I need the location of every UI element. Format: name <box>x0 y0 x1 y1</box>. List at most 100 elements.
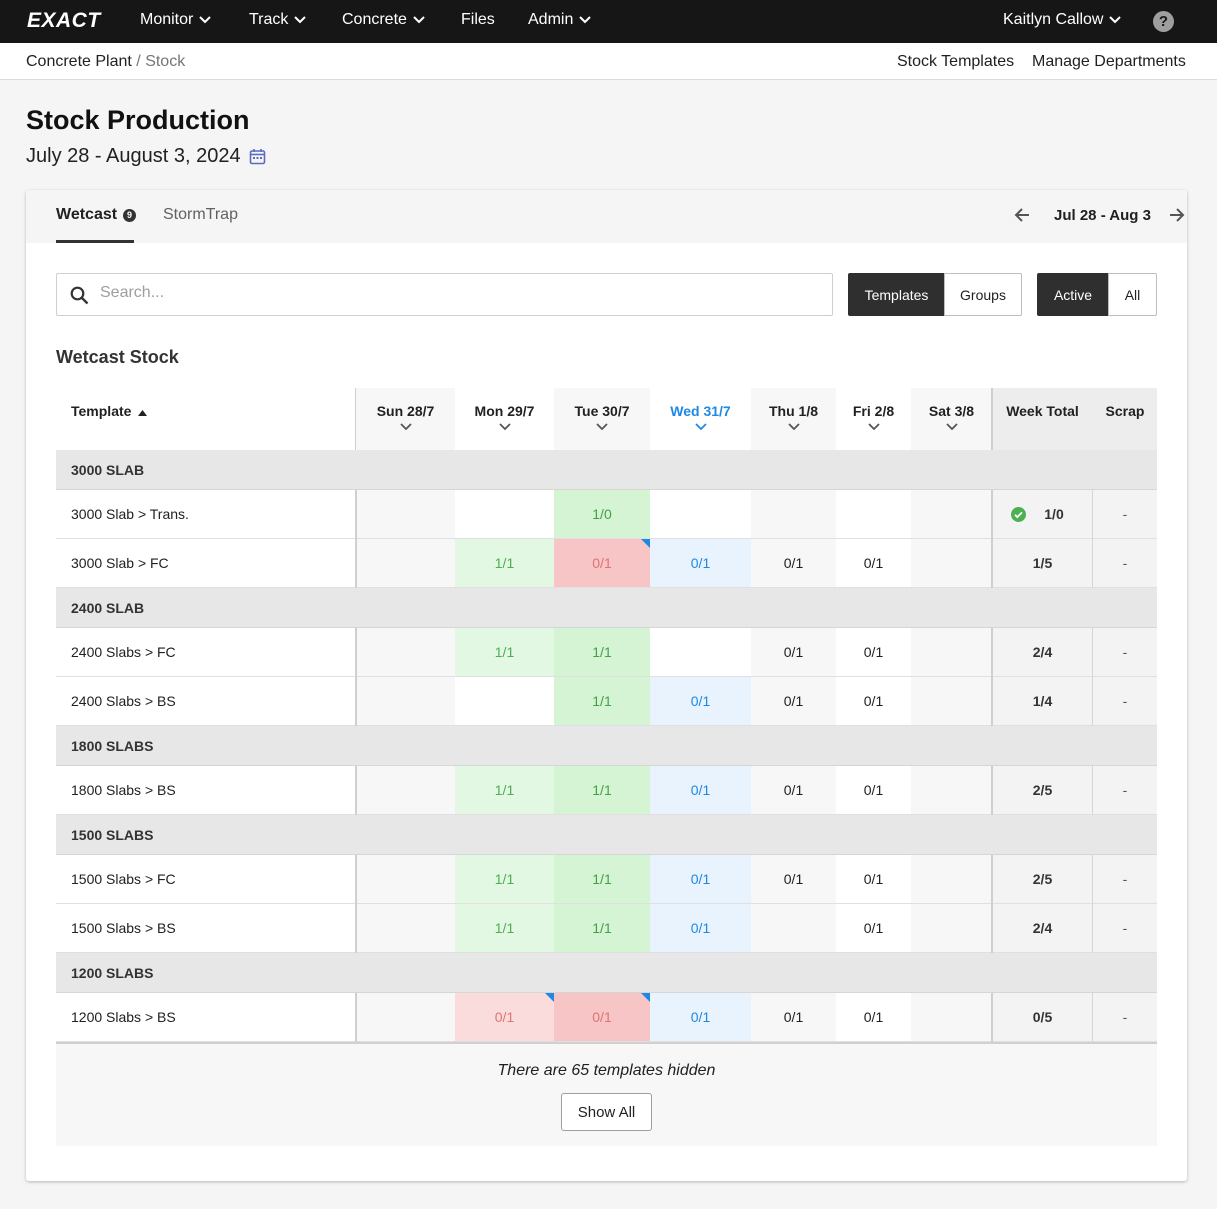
template-name[interactable]: 1500 Slabs > FC <box>56 855 355 903</box>
day-cell[interactable]: 0/1 <box>751 539 836 587</box>
help-icon[interactable]: ? <box>1153 11 1174 32</box>
template-name[interactable]: 2400 Slabs > FC <box>56 628 355 676</box>
day-cell[interactable]: 1/1 <box>554 855 650 903</box>
day-cell[interactable]: 1/1 <box>455 628 554 676</box>
template-name[interactable]: 1800 Slabs > BS <box>56 766 355 814</box>
day-cell[interactable] <box>836 490 911 538</box>
template-name[interactable]: 3000 Slab > Trans. <box>56 490 355 538</box>
nav-admin[interactable]: Admin <box>528 11 592 29</box>
day-cell[interactable] <box>650 490 751 538</box>
day-cell[interactable] <box>455 677 554 725</box>
day-column-header[interactable]: Mon 29/7 <box>455 388 554 450</box>
previous-week-arrow-icon[interactable] <box>1013 206 1031 224</box>
day-cell[interactable]: 0/1 <box>836 904 911 952</box>
day-column-header[interactable]: Sun 28/7 <box>356 388 455 450</box>
table-row[interactable]: 2400 Slabs > BS 1/1 0/1 0/1 0/1 1/4 - <box>56 677 1157 726</box>
next-week-arrow-icon[interactable] <box>1168 206 1186 224</box>
day-column-header[interactable]: Wed 31/7 <box>650 388 751 450</box>
day-cell[interactable]: 0/1 <box>836 766 911 814</box>
day-cell[interactable]: 0/1 <box>650 677 751 725</box>
day-cell[interactable]: 0/1 <box>751 677 836 725</box>
breadcrumb-root[interactable]: Concrete Plant <box>26 53 132 70</box>
day-column-header[interactable]: Sat 3/8 <box>911 388 992 450</box>
template-name[interactable]: 1200 Slabs > BS <box>56 993 355 1041</box>
nav-track[interactable]: Track <box>249 11 307 29</box>
day-cell[interactable]: 0/1 <box>836 628 911 676</box>
day-cell[interactable]: 0/1 <box>836 855 911 903</box>
table-row[interactable]: 1500 Slabs > FC 1/1 1/1 0/1 0/1 0/1 2/5 - <box>56 855 1157 904</box>
day-column-header[interactable]: Tue 30/7 <box>554 388 650 450</box>
day-cell[interactable] <box>911 628 992 676</box>
templates-toggle-button[interactable]: Templates <box>848 273 945 316</box>
day-cell[interactable]: 0/1 <box>650 539 751 587</box>
day-cell[interactable]: 0/1 <box>836 993 911 1041</box>
all-filter-button[interactable]: All <box>1108 273 1157 316</box>
active-filter-button[interactable]: Active <box>1037 273 1109 316</box>
template-name[interactable]: 2400 Slabs > BS <box>56 677 355 725</box>
day-cell[interactable]: 0/1 <box>650 993 751 1041</box>
day-cell[interactable]: 0/1 <box>751 855 836 903</box>
template-column-header[interactable]: Template <box>56 388 356 450</box>
groups-toggle-button[interactable]: Groups <box>944 273 1022 316</box>
day-cell[interactable]: 1/1 <box>554 628 650 676</box>
table-row[interactable]: 3000 Slab > Trans. 1/0 1/0 - <box>56 490 1157 539</box>
day-cell[interactable] <box>751 904 836 952</box>
day-cell[interactable]: 1/1 <box>554 677 650 725</box>
table-row[interactable]: 1800 Slabs > BS 1/1 1/1 0/1 0/1 0/1 2/5 - <box>56 766 1157 815</box>
day-cell[interactable] <box>911 539 992 587</box>
day-cell[interactable]: 1/1 <box>455 904 554 952</box>
day-cell[interactable]: 0/1 <box>751 993 836 1041</box>
day-cell[interactable] <box>356 904 455 952</box>
day-cell[interactable] <box>911 677 992 725</box>
day-cell[interactable]: 0/1 <box>836 677 911 725</box>
user-menu[interactable]: Kaitlyn Callow <box>1003 11 1122 29</box>
calendar-icon[interactable] <box>249 148 266 165</box>
tab-stormtrap[interactable]: StormTrap <box>163 206 238 224</box>
search-input[interactable] <box>100 284 800 302</box>
day-cell[interactable]: 0/1 <box>554 993 650 1041</box>
template-name[interactable]: 3000 Slab > FC <box>56 539 355 587</box>
day-cell[interactable] <box>356 993 455 1041</box>
day-cell[interactable]: 1/0 <box>554 490 650 538</box>
day-cell[interactable] <box>356 539 455 587</box>
day-cell[interactable]: 1/1 <box>554 766 650 814</box>
day-cell[interactable]: 1/1 <box>455 855 554 903</box>
manage-departments-link[interactable]: Manage Departments <box>1032 53 1186 71</box>
day-cell[interactable]: 0/1 <box>751 766 836 814</box>
table-row[interactable]: 3000 Slab > FC 1/1 0/1 0/1 0/1 0/1 1/5 - <box>56 539 1157 588</box>
day-cell[interactable] <box>455 490 554 538</box>
stock-templates-link[interactable]: Stock Templates <box>897 53 1014 71</box>
tab-wetcast[interactable]: Wetcast 9 <box>56 206 137 224</box>
table-row[interactable]: 2400 Slabs > FC 1/1 1/1 0/1 0/1 2/4 - <box>56 628 1157 677</box>
day-cell[interactable] <box>911 855 992 903</box>
day-cell[interactable]: 0/1 <box>751 628 836 676</box>
day-cell[interactable] <box>751 490 836 538</box>
show-all-button[interactable]: Show All <box>561 1093 652 1131</box>
day-column-header[interactable]: Thu 1/8 <box>751 388 836 450</box>
table-row[interactable]: 1200 Slabs > BS 0/1 0/1 0/1 0/1 0/1 0/5 - <box>56 993 1157 1042</box>
nav-monitor[interactable]: Monitor <box>140 11 212 29</box>
day-cell[interactable]: 1/1 <box>554 904 650 952</box>
brand-logo[interactable]: EXACT <box>27 9 101 33</box>
day-cell[interactable]: 0/1 <box>650 766 751 814</box>
day-cell[interactable] <box>911 993 992 1041</box>
day-cell[interactable] <box>911 490 992 538</box>
day-cell[interactable]: 0/1 <box>650 855 751 903</box>
day-cell[interactable]: 1/1 <box>455 539 554 587</box>
day-cell[interactable] <box>911 766 992 814</box>
day-cell[interactable] <box>356 490 455 538</box>
day-cell[interactable] <box>650 628 751 676</box>
day-cell[interactable] <box>356 677 455 725</box>
day-cell[interactable]: 1/1 <box>455 766 554 814</box>
day-cell[interactable] <box>356 766 455 814</box>
day-cell[interactable]: 0/1 <box>650 904 751 952</box>
day-column-header[interactable]: Fri 2/8 <box>836 388 911 450</box>
nav-concrete[interactable]: Concrete <box>342 11 425 29</box>
day-cell[interactable] <box>356 855 455 903</box>
template-name[interactable]: 1500 Slabs > BS <box>56 904 355 952</box>
table-row[interactable]: 1500 Slabs > BS 1/1 1/1 0/1 0/1 2/4 - <box>56 904 1157 953</box>
day-cell[interactable] <box>911 904 992 952</box>
nav-files[interactable]: Files <box>461 11 495 29</box>
day-cell[interactable]: 0/1 <box>554 539 650 587</box>
day-cell[interactable] <box>356 628 455 676</box>
